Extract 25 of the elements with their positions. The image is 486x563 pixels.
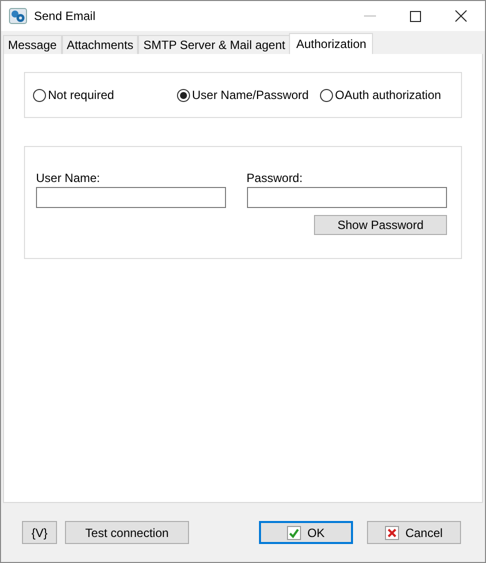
gears-icon [9, 8, 27, 24]
cancel-button[interactable]: Cancel [367, 521, 461, 544]
radio-icon[interactable] [33, 88, 46, 102]
radio-icon[interactable] [177, 88, 190, 102]
input-field[interactable] [246, 187, 447, 208]
window-title: Send Email [34, 9, 96, 23]
radio-option[interactable]: OAuth authorization [320, 88, 442, 102]
maximize-icon[interactable] [410, 10, 421, 22]
field-label: Password: [246, 171, 304, 185]
tab[interactable]: Message [3, 35, 62, 54]
tab[interactable]: Attachments [62, 35, 138, 54]
ok-button[interactable]: OK [259, 521, 353, 544]
close-icon[interactable] [455, 10, 467, 22]
tab[interactable]: Authorization [289, 33, 374, 54]
radio-icon[interactable] [320, 88, 333, 102]
tab[interactable]: SMTP Server & Mail agent [138, 35, 290, 54]
field-label: User Name: [36, 171, 102, 185]
input-field[interactable] [36, 187, 226, 208]
checkmark-icon [287, 526, 302, 540]
show-password-button[interactable]: Show Password [314, 215, 447, 235]
test-connection-button[interactable]: Test connection [65, 521, 189, 544]
close-icon [385, 526, 400, 540]
radio-option[interactable]: User Name/Password [177, 88, 320, 102]
radio-option[interactable]: Not required [33, 88, 177, 102]
variables-button[interactable]: {V} [22, 521, 57, 544]
